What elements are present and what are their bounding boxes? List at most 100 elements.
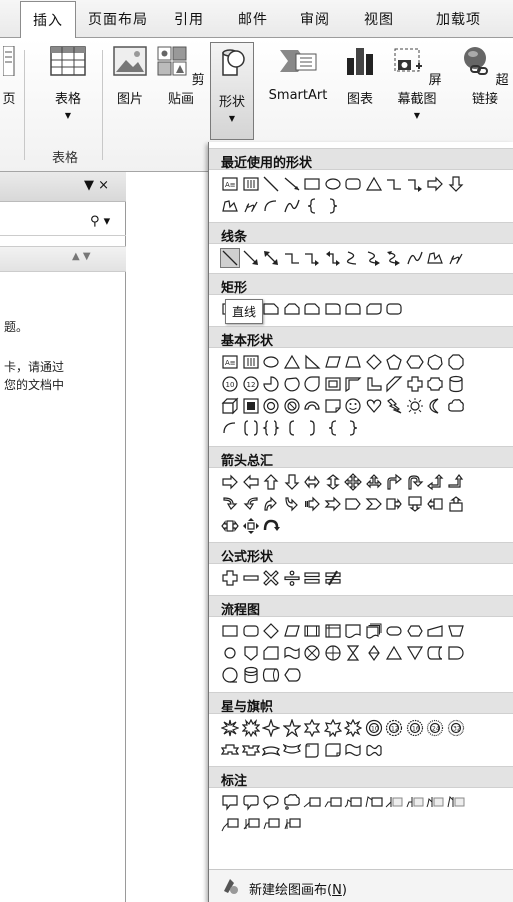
line2-shape-icon[interactable] [283,175,301,193]
manualin-shape-icon[interactable] [426,622,444,640]
can-shape-icon[interactable] [447,375,465,393]
curve-shape-icon[interactable] [406,249,424,267]
hyperlink-button[interactable]: 超链接 [458,46,512,107]
linecall3-shape-icon[interactable] [344,793,362,811]
dblbracket-shape-icon[interactable] [242,419,260,437]
rrect-shape-icon[interactable] [385,300,403,318]
star7-shape-icon[interactable] [323,719,342,737]
border2-shape-icon[interactable] [242,815,260,833]
fold-shape-icon[interactable] [324,397,342,415]
tab-addins[interactable]: 加载项 [436,9,481,29]
roundsnip-shape-icon[interactable] [365,300,383,318]
moon-shape-icon[interactable] [426,397,444,415]
display-shape-icon[interactable] [283,666,301,684]
conn-shape-icon[interactable] [221,644,239,662]
pent-shape-icon[interactable] [385,353,403,371]
bevel-shape-icon[interactable] [242,397,260,415]
tab-view[interactable]: 视图 [364,9,394,29]
internal-shape-icon[interactable] [324,622,342,640]
wave-shape-icon[interactable] [344,741,362,759]
rarrow-shape-icon[interactable] [221,473,239,491]
para-shape-icon[interactable] [283,622,301,640]
hex-shape-icon[interactable] [405,353,424,371]
lrarrow-shape-icon[interactable] [303,473,321,491]
linecall4-shape-icon[interactable] [365,793,383,811]
quadarrow-shape-icon[interactable] [344,473,362,491]
curvedbl-shape-icon[interactable] [385,249,403,267]
picture-button[interactable]: 图片 [110,46,150,107]
bentup-shape-icon[interactable] [447,473,465,491]
chord-shape-icon[interactable] [283,375,301,393]
dodec-shape-icon[interactable]: 12 [242,375,260,393]
storeddata-shape-icon[interactable] [426,644,444,662]
tri-shape-icon[interactable] [365,175,383,193]
dblarrow-shape-icon[interactable] [262,249,280,267]
cloud-shape-icon[interactable] [447,397,465,415]
oval-shape-icon[interactable] [262,353,280,371]
corner-shape-icon[interactable] [365,375,383,393]
page-button[interactable]: 页 [2,45,16,107]
udarrow-shape-icon[interactable] [324,473,342,491]
rrect-shape-icon[interactable] [242,622,260,640]
sort-shape-icon[interactable] [365,644,383,662]
striped-shape-icon[interactable] [303,495,321,513]
tri-shape-icon[interactable] [283,353,301,371]
term-shape-icon[interactable] [385,622,403,640]
directaccess-shape-icon[interactable] [262,666,280,684]
tape-shape-icon[interactable] [283,644,301,662]
pane-search-box[interactable]: ⚲ ▾ [0,210,126,236]
arc-shape-icon[interactable] [262,197,280,215]
curvearrow-shape-icon[interactable] [365,249,383,267]
pie-shape-icon[interactable] [262,375,280,393]
rarrow-shape-icon[interactable] [426,175,444,193]
linecall1-shape-icon[interactable] [303,793,321,811]
search-icon[interactable]: ⚲ ▾ [90,214,110,229]
freeform-shape-icon[interactable] [426,249,444,267]
curvedl-shape-icon[interactable] [242,495,260,513]
curveddown-shape-icon[interactable] [282,741,301,759]
arrowline-shape-icon[interactable] [242,249,260,267]
border3-shape-icon[interactable] [262,815,280,833]
star16-shape-icon[interactable]: 16 [406,719,424,737]
diagstripe-shape-icon[interactable] [385,375,403,393]
star10-shape-icon[interactable]: 10 [365,719,383,737]
darrow-shape-icon[interactable] [447,175,465,193]
elbowarrow-shape-icon[interactable] [303,249,321,267]
or-shape-icon[interactable] [324,644,342,662]
curvedr-shape-icon[interactable] [221,495,239,513]
rbrace-shape-icon[interactable] [344,419,362,437]
star5-shape-icon[interactable] [282,719,301,737]
notequal-shape-icon[interactable] [324,569,342,587]
cube-shape-icon[interactable] [221,397,239,415]
accent1-shape-icon[interactable] [385,793,403,811]
dblbrace-shape-icon[interactable] [262,419,280,437]
scribble-shape-icon[interactable] [242,197,260,215]
donut-shape-icon[interactable] [262,397,280,415]
text-shape-icon[interactable]: A≡ [221,175,239,193]
curve2-shape-icon[interactable] [344,249,362,267]
elbow-shape-icon[interactable] [385,175,403,193]
para-shape-icon[interactable] [324,353,342,371]
star4-shape-icon[interactable] [262,719,280,737]
rbracket-shape-icon[interactable] [303,419,321,437]
table-button[interactable]: 表格 ▼ [44,46,92,120]
lbrace-shape-icon[interactable] [324,419,342,437]
cloudcall-shape-icon[interactable] [283,793,301,811]
star32-shape-icon[interactable]: 32 [447,719,465,737]
tab-page-layout[interactable]: 页面布局 [88,9,148,29]
bolt-shape-icon[interactable] [385,397,403,415]
nav-arrows[interactable]: ▲ ▼ [72,251,91,262]
uturn-shape-icon[interactable] [406,473,424,491]
halfframe-shape-icon[interactable] [344,375,362,393]
offpage-shape-icon[interactable] [242,644,260,662]
ovalcall-shape-icon[interactable] [262,793,280,811]
merge-shape-icon[interactable] [406,644,424,662]
doc-shape-icon[interactable] [344,622,362,640]
rectcall-shape-icon[interactable] [221,793,239,811]
prep-shape-icon[interactable] [406,622,424,640]
curve-shape-icon[interactable] [283,197,301,215]
star12-shape-icon[interactable]: 12 [385,719,403,737]
circarrow-shape-icon[interactable] [262,517,280,535]
rtri-shape-icon[interactable] [303,353,321,371]
elbow-shape-icon[interactable] [283,249,301,267]
